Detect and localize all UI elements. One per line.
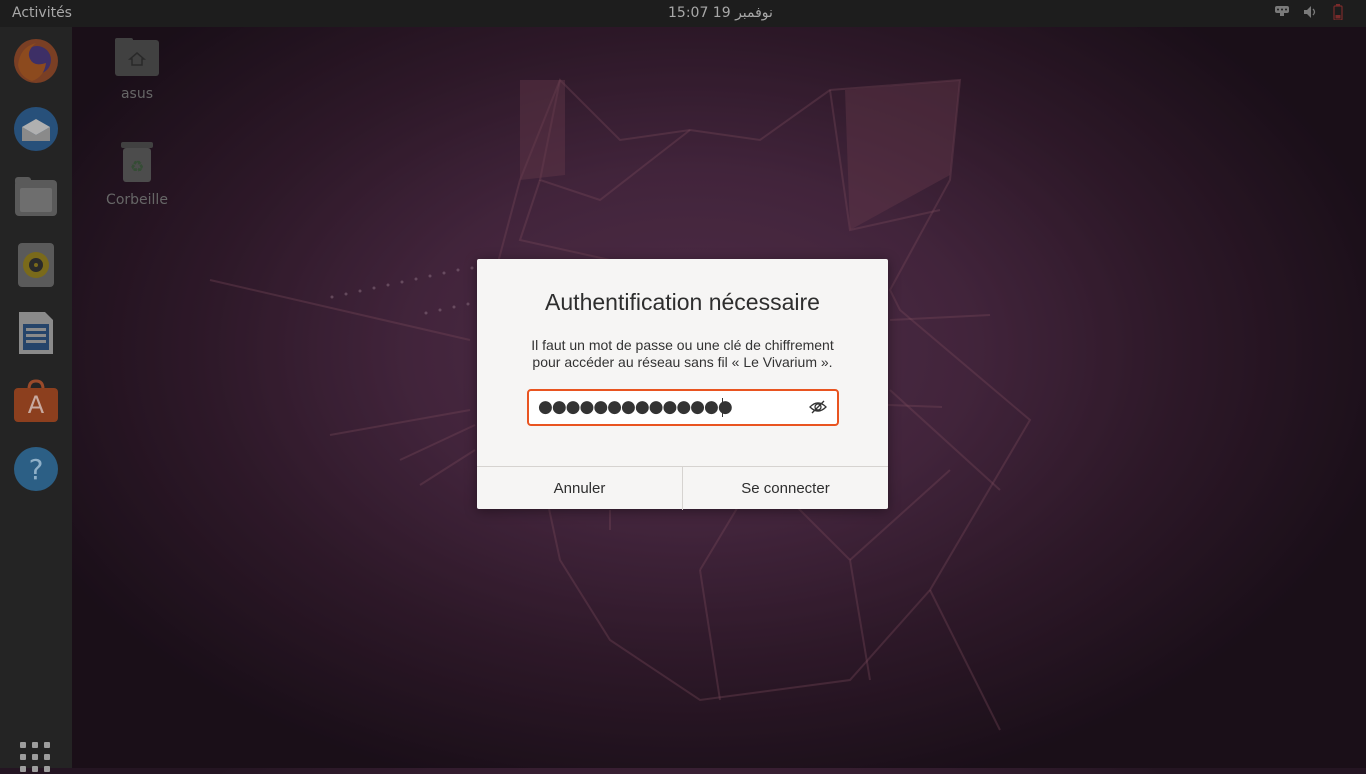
- ubuntu-software-icon[interactable]: A: [12, 377, 60, 425]
- dock: A ?: [0, 27, 72, 772]
- dialog-actions: Annuler Se connecter: [477, 466, 888, 510]
- thunderbird-icon[interactable]: [12, 105, 60, 153]
- dialog-message-line: pour accéder au réseau sans fil « Le Viv…: [532, 354, 833, 370]
- clock[interactable]: 15:07 نوفمبر 19: [668, 5, 773, 21]
- show-applications-icon[interactable]: [20, 742, 52, 774]
- help-icon[interactable]: ?: [12, 445, 60, 493]
- connect-button[interactable]: Se connecter: [682, 467, 888, 510]
- volume-icon[interactable]: [1302, 4, 1318, 20]
- cancel-button[interactable]: Annuler: [477, 467, 682, 510]
- files-icon[interactable]: [12, 173, 60, 221]
- activities-button[interactable]: Activités: [12, 5, 72, 21]
- firefox-icon[interactable]: [12, 37, 60, 85]
- wifi-auth-dialog: Authentification nécessaire Il faut un m…: [477, 259, 888, 510]
- dialog-message-line: Il faut un mot de passe ou une clé de ch…: [531, 337, 834, 353]
- svg-text:A: A: [28, 391, 45, 419]
- system-tray[interactable]: [1274, 4, 1346, 20]
- top-bar: Activités 15:07 نوفمبر 19: [0, 0, 1366, 27]
- battery-icon[interactable]: [1330, 4, 1346, 20]
- libreoffice-writer-icon[interactable]: [12, 309, 60, 357]
- rhythmbox-icon[interactable]: [12, 241, 60, 289]
- show-password-icon[interactable]: [809, 399, 827, 415]
- svg-text:?: ?: [29, 453, 44, 486]
- text-caret: [722, 398, 723, 417]
- dialog-title: Authentification nécessaire: [545, 289, 820, 315]
- network-icon[interactable]: [1274, 4, 1290, 20]
- password-masked-value: ●●●●●●●●●●●●●●: [538, 397, 733, 417]
- dialog-message: Il faut un mot de passe ou une clé de ch…: [497, 337, 868, 371]
- password-input[interactable]: ●●●●●●●●●●●●●●: [527, 389, 839, 426]
